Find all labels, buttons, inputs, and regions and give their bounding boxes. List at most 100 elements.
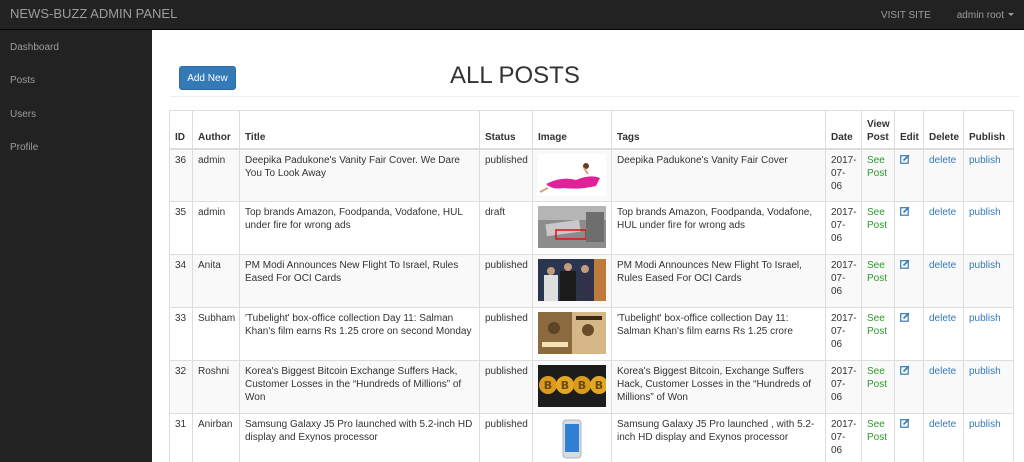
sidebar-item-posts[interactable]: Posts [10, 75, 35, 86]
woman-pink-dress-thumbnail [538, 153, 606, 196]
visit-site-link[interactable]: VISIT SITE [881, 10, 931, 21]
cell-status: published [479, 148, 533, 202]
cell-author: Anirban [192, 413, 240, 462]
see-post-link[interactable]: See Post [861, 201, 895, 255]
svg-text:B: B [578, 379, 586, 392]
see-post-link[interactable]: See Post [861, 148, 895, 202]
column-header-view-post: View Post [861, 110, 895, 150]
column-header-tags: Tags [611, 110, 826, 150]
sidebar: Dashboard Posts Users Profile [0, 30, 152, 462]
cell-edit [894, 413, 924, 462]
column-header-title: Title [239, 110, 480, 150]
delete-link[interactable]: delete [923, 413, 964, 462]
sidebar-item-dashboard[interactable]: Dashboard [10, 42, 59, 53]
svg-text:B: B [544, 379, 552, 392]
cell-edit [894, 360, 924, 414]
leaders-meeting-thumbnail [538, 259, 606, 301]
table-row: 35 admin Top brands Amazon, Foodpanda, V… [169, 201, 1014, 255]
cell-status: published [479, 413, 533, 462]
movie-poster-thumbnail [538, 312, 606, 354]
delete-link[interactable]: delete [923, 201, 964, 255]
add-new-button[interactable]: Add New [179, 66, 236, 90]
cell-date: 2017-07-06 [825, 360, 862, 414]
svg-text:B: B [595, 379, 603, 392]
edit-icon[interactable] [900, 312, 910, 322]
main-content: Add New ALL POSTS ID Author Title Status… [152, 30, 1024, 462]
cell-author: Roshni [192, 360, 240, 414]
brand-title[interactable]: NEWS-BUZZ ADMIN PANEL [10, 6, 177, 21]
cell-title: PM Modi Announces New Flight To Israel, … [239, 254, 480, 308]
publish-link[interactable]: publish [963, 254, 1014, 308]
cell-id: 36 [169, 148, 193, 202]
see-post-link[interactable]: See Post [861, 307, 895, 361]
delete-link[interactable]: delete [923, 148, 964, 202]
cell-tags: Korea's Biggest Bitcoin, Exchange Suffer… [611, 360, 826, 414]
delete-link[interactable]: delete [923, 307, 964, 361]
publish-link[interactable]: publish [963, 413, 1014, 462]
cell-tags: 'Tubelight' box-office collection Day 11… [611, 307, 826, 361]
cell-status: draft [479, 201, 533, 255]
sidebar-item-profile[interactable]: Profile [10, 142, 38, 153]
table-row: 34 Anita PM Modi Announces New Flight To… [169, 254, 1014, 308]
cell-tags: Top brands Amazon, Foodpanda, Vodafone, … [611, 201, 826, 255]
see-post-link[interactable]: See Post [861, 360, 895, 414]
cell-image [532, 413, 612, 462]
cell-author: admin [192, 148, 240, 202]
cell-id: 31 [169, 413, 193, 462]
cell-title: Samsung Galaxy J5 Pro launched with 5.2-… [239, 413, 480, 462]
column-header-id: ID [169, 110, 193, 150]
see-post-link[interactable]: See Post [861, 254, 895, 308]
delete-link[interactable]: delete [923, 360, 964, 414]
phone-thumbnail [538, 418, 606, 460]
cell-title: Top brands Amazon, Foodpanda, Vodafone, … [239, 201, 480, 255]
cell-id: 34 [169, 254, 193, 308]
cell-image [532, 201, 612, 255]
navbar-right: VISIT SITE admin root [855, 0, 1014, 30]
cell-tags: PM Modi Announces New Flight To Israel, … [611, 254, 826, 308]
table-row: 31 Anirban Samsung Galaxy J5 Pro launche… [169, 413, 1014, 462]
cell-id: 33 [169, 307, 193, 361]
edit-icon[interactable] [900, 365, 910, 375]
cell-title: 'Tubelight' box-office collection Day 11… [239, 307, 480, 361]
bitcoin-coins-thumbnail: B B B B [538, 365, 606, 407]
cell-id: 32 [169, 360, 193, 414]
fake-stamp-thumbnail [538, 206, 606, 248]
edit-icon[interactable] [900, 154, 910, 164]
edit-icon[interactable] [900, 418, 910, 428]
see-post-link[interactable]: See Post [861, 413, 895, 462]
edit-icon[interactable] [900, 259, 910, 269]
column-header-status: Status [479, 110, 533, 150]
cell-status: published [479, 360, 533, 414]
cell-image [532, 148, 612, 202]
column-header-image: Image [532, 110, 612, 150]
publish-link[interactable]: publish [963, 201, 1014, 255]
table-row: 32 Roshni Korea's Biggest Bitcoin Exchan… [169, 360, 1014, 414]
table-header-row: ID Author Title Status Image Tags Date V… [169, 110, 1014, 150]
column-header-delete: Delete [923, 110, 964, 150]
delete-link[interactable]: delete [923, 254, 964, 308]
cell-author: Subham [192, 307, 240, 361]
user-menu[interactable]: admin root [957, 10, 1014, 21]
publish-link[interactable]: publish [963, 360, 1014, 414]
publish-link[interactable]: publish [963, 307, 1014, 361]
title-divider [170, 96, 1020, 97]
top-navbar: NEWS-BUZZ ADMIN PANEL VISIT SITE admin r… [0, 0, 1024, 30]
cell-edit [894, 254, 924, 308]
cell-tags: Samsung Galaxy J5 Pro launched , with 5.… [611, 413, 826, 462]
sidebar-item-users[interactable]: Users [10, 109, 36, 120]
cell-edit [894, 307, 924, 361]
cell-date: 2017-07-06 [825, 413, 862, 462]
cell-author: Anita [192, 254, 240, 308]
cell-title: Korea's Biggest Bitcoin Exchange Suffers… [239, 360, 480, 414]
cell-edit [894, 201, 924, 255]
cell-author: admin [192, 201, 240, 255]
cell-date: 2017-07-06 [825, 201, 862, 255]
cell-date: 2017-07-06 [825, 307, 862, 361]
posts-table: ID Author Title Status Image Tags Date V… [169, 110, 1014, 462]
cell-status: published [479, 307, 533, 361]
publish-link[interactable]: publish [963, 148, 1014, 202]
caret-down-icon [1008, 13, 1014, 17]
edit-icon[interactable] [900, 206, 910, 216]
cell-date: 2017-07-06 [825, 148, 862, 202]
cell-image [532, 307, 612, 361]
